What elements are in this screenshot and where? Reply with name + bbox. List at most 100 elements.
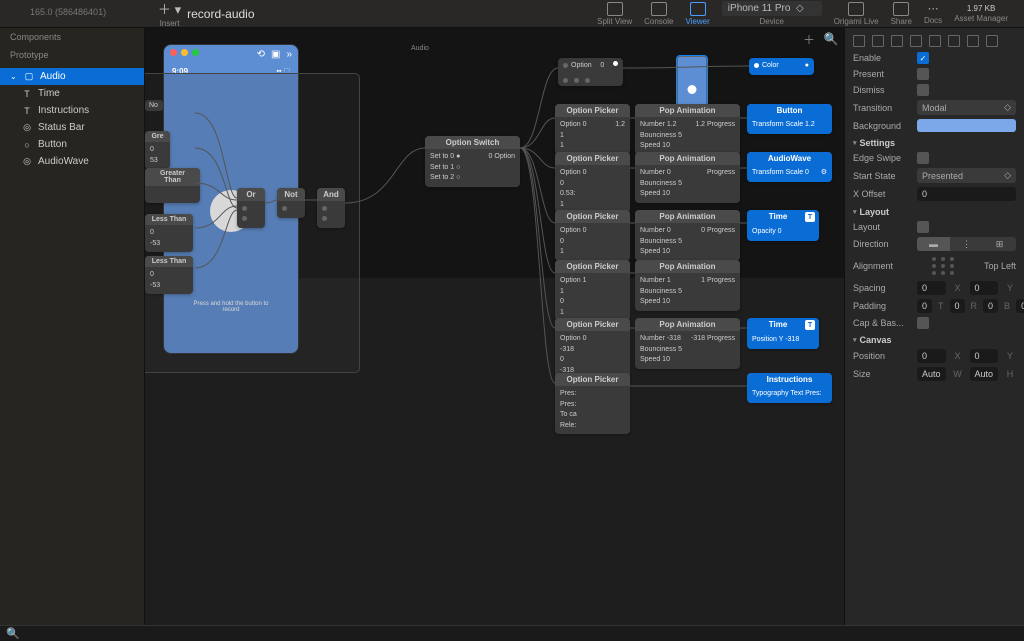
share-button[interactable]: Share xyxy=(891,2,912,26)
direction-horizontal-icon[interactable]: ⋮ xyxy=(950,237,983,251)
layout-section-header[interactable]: Layout xyxy=(845,203,1024,219)
not-patch[interactable]: Not xyxy=(277,188,305,218)
component-icon: ◎ xyxy=(22,123,32,133)
align-top-icon[interactable] xyxy=(910,35,922,47)
time-layer-patch-2[interactable]: TimeT Position Y -318 xyxy=(747,318,819,349)
instructions-layer-patch[interactable]: Instructions Typography Text Pres: xyxy=(747,373,832,403)
option-value-patch[interactable]: Option0 xyxy=(558,58,623,86)
asset-manager-button[interactable]: 1.97 KB Asset Manager xyxy=(954,4,1008,23)
search-icon[interactable]: 🔍 xyxy=(6,627,20,640)
alignment-control[interactable] xyxy=(917,255,970,277)
color-patch[interactable]: Color ● xyxy=(749,58,814,75)
gear-icon[interactable]: ⚙ xyxy=(821,168,827,179)
greater-than-patch-1[interactable]: Gre 053 xyxy=(145,131,170,169)
sidebar-item-button[interactable]: ○ Button xyxy=(0,136,144,153)
pop-animation-2[interactable]: Pop Animation Number 0ProgressBounciness… xyxy=(635,152,740,203)
insert-label: Insert xyxy=(160,19,180,28)
cap-baseline-checkbox[interactable] xyxy=(917,317,929,329)
pop-animation-5[interactable]: Pop Animation Number -318-318 ProgressBo… xyxy=(635,318,740,369)
option-picker-1[interactable]: Option Picker Option 01.211 xyxy=(555,104,630,155)
console-icon xyxy=(651,2,667,16)
padding-r-input[interactable]: 0 xyxy=(950,299,965,313)
close-icon[interactable] xyxy=(170,49,177,56)
add-patch-button[interactable]: ＋ xyxy=(802,32,816,46)
chevron-down-icon: ⌄ xyxy=(10,72,18,81)
canvas[interactable]: ＋ 🔍 ⟲ ▣ » 9:09 ▪▪ ⬚ Press and hold the b… xyxy=(145,28,844,625)
expand-icon[interactable]: » xyxy=(286,49,292,60)
option-picker-4[interactable]: Option Picker Option 1101 xyxy=(555,260,630,321)
search-canvas-button[interactable]: 🔍 xyxy=(824,32,838,46)
dismiss-checkbox[interactable] xyxy=(917,84,929,96)
oval-icon: ○ xyxy=(22,140,32,150)
layout-checkbox[interactable] xyxy=(917,221,929,233)
layers-icon[interactable]: ▣ xyxy=(271,49,280,60)
no-patch[interactable]: No xyxy=(145,100,163,111)
pop-animation-4[interactable]: Pop Animation Number 11 ProgressBouncine… xyxy=(635,260,740,311)
distribute-h-icon[interactable] xyxy=(967,35,979,47)
padding-b-input[interactable]: 0 xyxy=(983,299,998,313)
chevron-down-icon: ◇ xyxy=(1004,170,1011,181)
sidebar-item-audiowave[interactable]: ◎ AudioWave xyxy=(0,153,144,170)
less-than-patch-2[interactable]: Less Than 0-53 xyxy=(145,256,193,294)
insert-button[interactable]: ＋ ▾ Insert xyxy=(158,0,181,28)
artboard-icon: ▢ xyxy=(24,72,34,82)
transition-select[interactable]: Modal◇ xyxy=(917,100,1016,115)
device-selector[interactable]: iPhone 11 Pro ◇ xyxy=(722,1,822,16)
sidebar-item-instructions[interactable]: T Instructions xyxy=(0,102,144,119)
option-picker-5[interactable]: Option Picker Option 0-3180-318 xyxy=(555,318,630,379)
sidebar-item-time[interactable]: T Time xyxy=(0,85,144,102)
position-x-input[interactable]: 0 xyxy=(917,349,946,363)
size-w-input[interactable]: Auto xyxy=(917,367,946,381)
direction-none-icon[interactable]: ▬ xyxy=(917,237,950,251)
size-h-input[interactable]: Auto xyxy=(970,367,999,381)
pop-animation-3[interactable]: Pop Animation Number 00 ProgressBouncine… xyxy=(635,210,740,261)
time-layer-patch-1[interactable]: TimeT Opacity 0 xyxy=(747,210,819,241)
docs-button[interactable]: ⋯ Docs xyxy=(924,2,942,25)
spacing-y-input[interactable]: 0 xyxy=(970,281,999,295)
viewer-icon xyxy=(690,2,706,16)
padding-t-input[interactable]: 0 xyxy=(917,299,932,313)
pop-animation-1[interactable]: Pop Animation Number 1.21.2 ProgressBoun… xyxy=(635,104,740,155)
or-patch[interactable]: Or xyxy=(237,188,265,228)
button-layer-patch[interactable]: Button Transform Scale 1.2 xyxy=(747,104,832,134)
spacing-x-input[interactable]: 0 xyxy=(917,281,946,295)
align-right-icon[interactable] xyxy=(891,35,903,47)
sidebar-item-statusbar[interactable]: ◎ Status Bar xyxy=(0,119,144,136)
split-view-button[interactable]: Split View xyxy=(597,2,632,26)
refresh-icon[interactable]: ⟲ xyxy=(257,49,265,60)
less-than-patch-1[interactable]: Less Than 0-53 xyxy=(145,214,193,252)
align-bottom-icon[interactable] xyxy=(948,35,960,47)
audiowave-layer-patch[interactable]: AudioWave Transform Scale 0⚙ xyxy=(747,152,832,182)
option-switch-patch[interactable]: Option Switch Set to 0 ●0 Option Set to … xyxy=(425,136,520,187)
chevron-down-icon: ◇ xyxy=(1004,102,1011,113)
option-picker-2[interactable]: Option Picker Option 000.53:1 xyxy=(555,152,630,213)
start-state-select[interactable]: Presented◇ xyxy=(917,168,1016,183)
origami-live-button[interactable]: Origami Live xyxy=(834,2,879,26)
text-icon: T xyxy=(22,89,32,99)
padding-l-input[interactable]: 0 xyxy=(1016,299,1024,313)
sidebar-item-audio[interactable]: ⌄ ▢ Audio xyxy=(0,68,144,85)
direction-toggle[interactable]: ▬ ⋮ ⊞ xyxy=(917,237,1016,251)
align-center-h-icon[interactable] xyxy=(872,35,884,47)
align-center-v-icon[interactable] xyxy=(929,35,941,47)
edge-swipe-checkbox[interactable] xyxy=(917,152,929,164)
present-checkbox[interactable] xyxy=(917,68,929,80)
align-left-icon[interactable] xyxy=(853,35,865,47)
direction-grid-icon[interactable]: ⊞ xyxy=(983,237,1016,251)
settings-section-header[interactable]: Settings xyxy=(845,134,1024,150)
console-button[interactable]: Console xyxy=(644,2,673,26)
canvas-section-header[interactable]: Canvas xyxy=(845,331,1024,347)
background-color-swatch[interactable] xyxy=(917,119,1016,132)
x-offset-input[interactable]: 0 xyxy=(917,187,1016,201)
component-icon: ◎ xyxy=(22,157,32,167)
viewer-button[interactable]: Viewer xyxy=(685,2,709,26)
greater-than-patch-2[interactable]: Greater Than xyxy=(145,168,200,203)
maximize-icon[interactable] xyxy=(192,49,199,56)
option-picker-3[interactable]: Option Picker Option 001 xyxy=(555,210,630,261)
minimize-icon[interactable] xyxy=(181,49,188,56)
and-patch[interactable]: And xyxy=(317,188,345,228)
option-picker-6[interactable]: Option Picker Pres:Pres:To caRele: xyxy=(555,373,630,434)
position-y-input[interactable]: 0 xyxy=(970,349,999,363)
distribute-v-icon[interactable] xyxy=(986,35,998,47)
enable-checkbox[interactable]: ✓ xyxy=(917,52,929,64)
